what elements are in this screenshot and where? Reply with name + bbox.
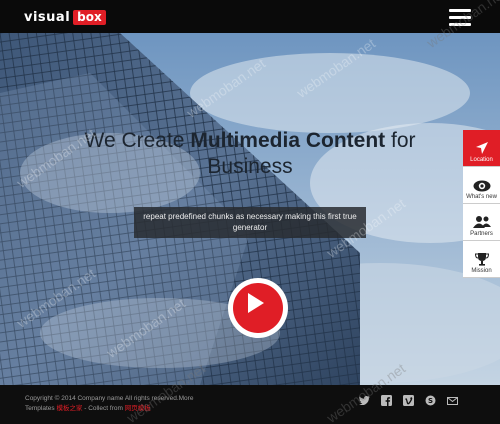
svg-text:S: S [428,397,433,405]
footer: Copyright © 2014 Company name All rights… [0,385,500,424]
top-bar: visual box [0,0,500,33]
twitter-icon[interactable] [358,394,371,407]
skype-icon[interactable]: S [424,394,437,407]
social-links: S [358,394,459,407]
eye-icon [473,180,490,192]
side-navigation: Location What's new Partners Mission [463,130,500,278]
side-item-mission[interactable]: Mission [463,241,500,278]
logo-text: visual [24,9,71,25]
play-icon [248,293,264,313]
side-item-partners[interactable]: Partners [463,204,500,241]
hamburger-menu-button[interactable] [449,9,471,26]
menu-icon [449,9,471,12]
mail-icon[interactable] [446,394,459,407]
trophy-icon [474,253,489,266]
facebook-icon[interactable] [380,394,393,407]
copyright-text: Copyright © 2014 Company name All rights… [25,395,194,412]
templates-link[interactable]: 模板之家 [56,405,82,412]
play-video-button[interactable] [228,278,288,338]
hero-section: We Create Multimedia Content for Busines… [0,33,500,385]
logo-badge: box [73,9,106,25]
location-arrow-icon [475,142,488,154]
hero-headline: We Create Multimedia Content for Busines… [84,129,416,178]
collect-link[interactable]: 网页模板 [125,405,151,412]
vimeo-icon[interactable] [402,394,415,407]
site-logo[interactable]: visual box [24,9,106,25]
hero-subtext: repeat predefined chunks as necessary ma… [134,207,366,238]
side-item-whats-new[interactable]: What's new [463,167,500,204]
users-icon [472,216,491,228]
side-item-location[interactable]: Location [463,130,500,167]
